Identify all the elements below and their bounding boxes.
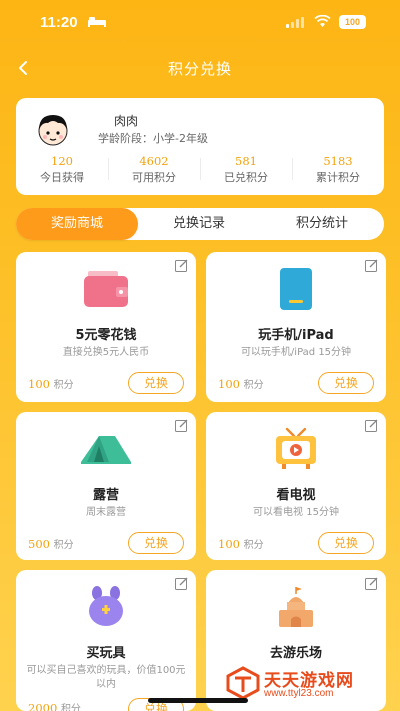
points-value: 500: [28, 537, 50, 551]
wifi-icon: [314, 15, 331, 27]
card-points: 100 积分: [28, 376, 74, 391]
card-title: 去游乐场: [269, 646, 322, 661]
home-indicator: [148, 698, 248, 703]
status-time: 11:20: [40, 14, 78, 31]
card-points: 100 积分: [218, 376, 264, 391]
reward-card[interactable]: 玩手机/iPad 可以玩手机/iPad 15分钟 100 积分 兑换: [206, 252, 386, 402]
bed-icon: [88, 17, 106, 27]
castle-icon: [206, 584, 386, 630]
watermark-url: www.ttyl23.com: [264, 688, 334, 699]
redeem-button[interactable]: 兑换: [318, 532, 374, 554]
points-value: 2000: [28, 701, 58, 711]
tab-bar: 奖励商城 兑换记录 积分统计: [16, 208, 384, 240]
nav-bar: 积分兑换: [0, 50, 400, 86]
stat-total: 5183 累计积分: [292, 154, 384, 185]
tab-reward-shop[interactable]: 奖励商城: [16, 208, 138, 240]
stat-value: 4602: [139, 154, 169, 168]
stats-row: 120 今日获得 4602 可用积分 581 已兑积分 5183 累计积分: [16, 154, 384, 184]
card-points: 2000 积分: [28, 700, 81, 711]
stat-label: 今日获得: [40, 171, 84, 184]
tent-icon: [16, 426, 196, 472]
points-value: 100: [218, 537, 240, 551]
stat-value: 5183: [323, 154, 353, 168]
points-unit: 积分: [53, 380, 74, 391]
tab-points-stats[interactable]: 积分统计: [260, 208, 384, 240]
points-value: 100: [218, 377, 240, 391]
redeem-button[interactable]: 兑换: [128, 532, 184, 554]
reward-card[interactable]: 看电视 可以看电视 15分钟 100 积分 兑换: [206, 412, 386, 560]
toy-icon: [16, 584, 196, 630]
profile-card: 肉肉 学龄阶段：小学-2年级 120 今日获得 4602 可用积分 581 已兑…: [16, 98, 384, 195]
status-bar: 11:20 100: [0, 0, 400, 46]
card-title: 露营: [92, 488, 119, 503]
points-unit: 积分: [243, 380, 264, 391]
stat-value: 581: [235, 154, 257, 168]
stat-label: 可用积分: [132, 171, 176, 184]
watermark: 天天游戏网 www.ttyl23.com: [224, 664, 384, 704]
redeem-button[interactable]: 兑换: [128, 372, 184, 394]
signal-icon: [286, 17, 304, 28]
card-points: 100 积分: [218, 536, 264, 551]
stat-today-earned: 120 今日获得: [16, 154, 108, 185]
tv-icon: [206, 426, 386, 472]
stat-available: 4602 可用积分: [108, 154, 200, 185]
card-title: 看电视: [276, 488, 316, 503]
battery-indicator: 100: [339, 15, 366, 29]
page-title: 积分兑换: [167, 60, 232, 78]
card-desc: 周末露营: [86, 507, 126, 518]
watermark-logo-icon: [226, 666, 260, 700]
wallet-icon: [16, 266, 196, 312]
card-title: 5元零花钱: [75, 328, 137, 343]
points-value: 100: [28, 377, 50, 391]
user-grade: 学龄阶段：小学-2年级: [98, 132, 208, 145]
reward-card[interactable]: 5元零花钱 直接兑换5元人民币 100 积分 兑换: [16, 252, 196, 402]
stat-label: 已兑积分: [224, 171, 268, 184]
tablet-icon: [206, 266, 386, 312]
reward-card[interactable]: 买玩具 可以买自己喜欢的玩具，价值100元以内 2000 积分 兑换: [16, 570, 196, 711]
tab-redeem-history[interactable]: 兑换记录: [138, 208, 260, 240]
redeem-button[interactable]: 兑换: [318, 372, 374, 394]
points-unit: 积分: [60, 704, 81, 711]
card-title: 玩手机/iPad: [258, 328, 334, 343]
card-desc: 可以看电视 15分钟: [253, 507, 339, 518]
points-unit: 积分: [243, 540, 264, 551]
stat-label: 累计积分: [316, 171, 360, 184]
avatar: [38, 115, 68, 146]
card-points: 500 积分: [28, 536, 74, 551]
card-desc: 直接兑换5元人民币: [62, 347, 150, 358]
card-title: 买玩具: [86, 646, 126, 661]
card-desc: 可以买自己喜欢的玩具，价值100元以内: [26, 665, 186, 690]
reward-card[interactable]: 露营 周末露营 500 积分 兑换: [16, 412, 196, 560]
card-desc: 可以玩手机/iPad 15分钟: [240, 347, 352, 358]
points-unit: 积分: [53, 540, 74, 551]
stat-value: 120: [51, 154, 73, 168]
user-name: 肉肉: [114, 114, 139, 128]
stat-redeemed: 581 已兑积分: [200, 154, 292, 185]
